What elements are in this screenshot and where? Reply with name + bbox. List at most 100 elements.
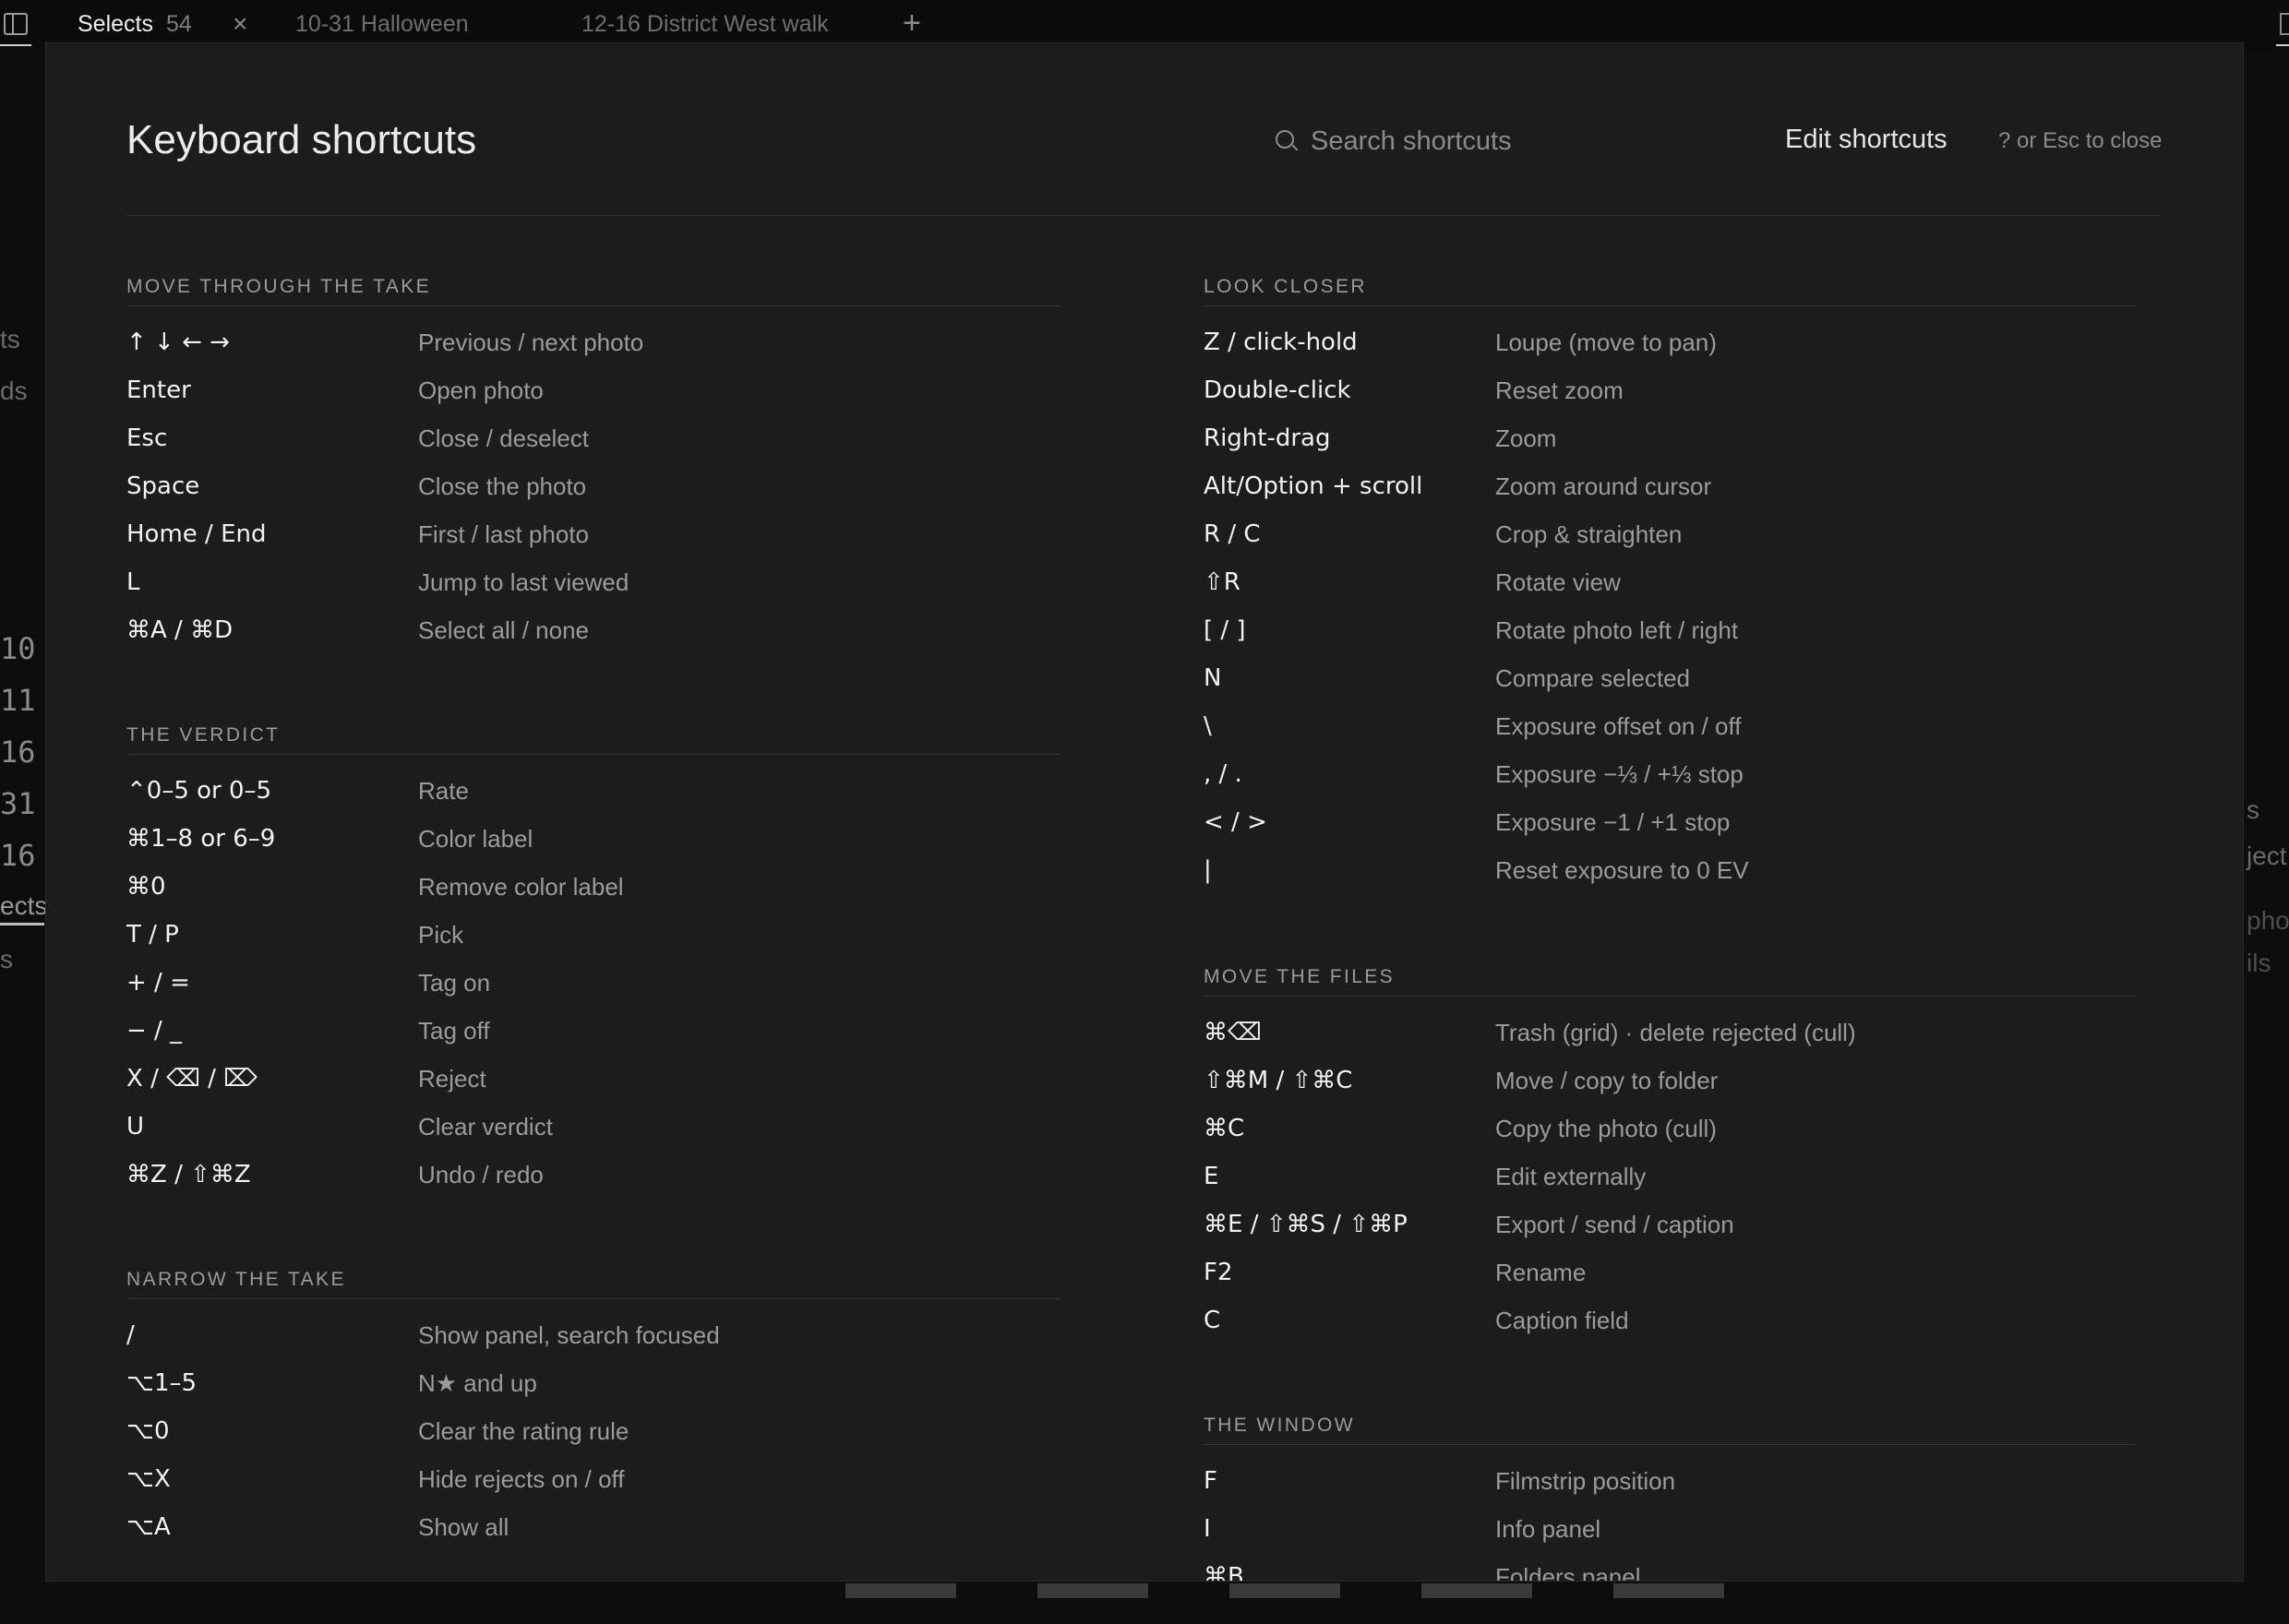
filmstrip-thumbnail[interactable] — [1037, 1583, 1148, 1598]
bg-sidebar-text: ds — [0, 376, 28, 405]
search-icon — [1276, 130, 1294, 149]
shortcut-key: ⌘⌫ — [1204, 1019, 1262, 1046]
section-title: THE VERDICT — [126, 724, 281, 746]
shortcut-description: N★ and up — [418, 1369, 537, 1397]
right-panel-toggle-indicator — [2276, 44, 2289, 46]
shortcut-description: Show all — [418, 1513, 509, 1541]
shortcut-key: R / C — [1204, 520, 1261, 548]
shortcut-key: T / P — [126, 921, 179, 949]
shortcut-key: < / > — [1204, 808, 1267, 836]
search-input[interactable] — [1311, 123, 1661, 160]
shortcut-description: Clear verdict — [418, 1113, 553, 1140]
shortcut-description: Show panel, search focused — [418, 1321, 720, 1349]
shortcut-row: F Filmstrip position — [1204, 1458, 2136, 1506]
shortcut-description: Rate — [418, 777, 469, 805]
shortcut-key: ⌘C — [1204, 1115, 1245, 1142]
shortcut-key: / — [126, 1321, 135, 1349]
shortcut-row: R / C Crop & straighten — [1204, 511, 2136, 559]
shortcut-key: ⌃0–5 or 0–5 — [126, 777, 272, 805]
tab-close-icon[interactable]: × — [233, 9, 247, 39]
edit-shortcuts-button[interactable]: Edit shortcuts — [1785, 125, 1947, 155]
shortcut-row: [ / ] Rotate photo left / right — [1204, 607, 2136, 655]
section-divider — [1204, 305, 2136, 306]
shortcut-description: Rotate view — [1495, 568, 1621, 596]
add-tab-icon[interactable]: + — [903, 6, 921, 42]
shortcut-description: Hide rejects on / off — [418, 1465, 625, 1493]
shortcut-key: ⌘A / ⌘D — [126, 616, 234, 644]
shortcut-row: L Jump to last viewed — [126, 559, 1061, 607]
shortcut-description: Color label — [418, 825, 533, 853]
section-divider — [1204, 1444, 2136, 1445]
shortcut-description: Caption field — [1495, 1307, 1629, 1334]
shortcut-key: X / ⌫ / ⌦ — [126, 1065, 258, 1093]
shortcut-description: Exposure −⅓ / +⅓ stop — [1495, 760, 1744, 788]
shortcut-row: Home / End First / last photo — [126, 511, 1061, 559]
shortcut-row: E Edit externally — [1204, 1153, 2136, 1201]
shortcut-key: ⌥A — [126, 1513, 171, 1541]
bg-sidebar-count: 31 — [0, 786, 36, 821]
shortcut-key: Space — [126, 472, 200, 500]
shortcut-key: Home / End — [126, 520, 267, 548]
shortcut-description: First / last photo — [418, 520, 589, 548]
shortcut-key: ⇧R — [1204, 568, 1240, 596]
filmstrip-thumbnail[interactable] — [1613, 1583, 1724, 1598]
shortcut-row: Right-drag Zoom — [1204, 415, 2136, 463]
dialog-title: Keyboard shortcuts — [126, 117, 477, 162]
bg-sidebar-text: s — [0, 945, 13, 973]
bg-sidebar-count: 11 — [0, 683, 36, 718]
shortcut-key: I — [1204, 1515, 1211, 1543]
shortcut-key: ⌘0 — [126, 873, 166, 901]
section-title: NARROW THE TAKE — [126, 1269, 346, 1290]
shortcut-row: I Info panel — [1204, 1506, 2136, 1554]
shortcut-key: C — [1204, 1307, 1221, 1334]
shortcut-row: ⇧R Rotate view — [1204, 559, 2136, 607]
search-shortcuts[interactable] — [1276, 123, 1663, 160]
shortcut-key: F — [1204, 1467, 1217, 1495]
shortcut-description: Clear the rating rule — [418, 1417, 629, 1445]
tab-selects[interactable]: Selects 54 — [78, 11, 192, 38]
shortcut-row: ⌘⌫ Trash (grid) · delete rejected (cull) — [1204, 1009, 2136, 1057]
section-the-verdict: THE VERDICT ⌃0–5 or 0–5 Rate ⌘1–8 or 6–9 Co… — [126, 724, 1061, 1200]
tab-halloween[interactable]: 10-31 Halloween — [295, 11, 469, 38]
shortcut-key: Esc — [126, 424, 168, 452]
bg-panel-text: pho — [2247, 906, 2289, 935]
bg-sidebar-text: ts — [0, 325, 20, 353]
shortcut-description: Pick — [418, 921, 464, 949]
shortcut-description: Reset zoom — [1495, 376, 1624, 404]
sidebar-toggle-icon[interactable] — [4, 13, 28, 35]
shortcut-key: ⌥0 — [126, 1417, 170, 1445]
shortcut-description: Copy the photo (cull) — [1495, 1115, 1717, 1142]
shortcut-key: ⌥1–5 — [126, 1369, 198, 1397]
filmstrip-thumbnail[interactable] — [1229, 1583, 1340, 1598]
shortcut-key: F2 — [1204, 1259, 1233, 1286]
shortcut-key: [ / ] — [1204, 616, 1246, 644]
shortcut-row: − / _ Tag off — [126, 1008, 1061, 1056]
shortcut-key: Z / click-hold — [1204, 328, 1358, 356]
shortcut-row: ⌘0 Remove color label — [126, 864, 1061, 912]
shortcut-key: − / _ — [126, 1017, 183, 1045]
shortcut-row: + / = Tag on — [126, 960, 1061, 1008]
tab-district-west-walk[interactable]: 12-16 District West walk — [581, 11, 829, 38]
bg-panel-text: ject — [2247, 842, 2287, 870]
shortcut-row: Space Close the photo — [126, 463, 1061, 511]
filmstrip-thumbnail[interactable] — [1421, 1583, 1532, 1598]
shortcut-key: Enter — [126, 376, 191, 404]
shortcut-key: Alt/Option + scroll — [1204, 472, 1423, 500]
shortcut-description: Reset exposure to 0 EV — [1495, 856, 1749, 884]
tab-label: Selects — [78, 11, 153, 37]
right-panel-toggle-icon[interactable] — [2280, 13, 2289, 35]
shortcut-description: Exposure offset on / off — [1495, 712, 1742, 740]
shortcut-row: ⌥1–5 N★ and up — [126, 1360, 1061, 1408]
shortcut-key: L — [126, 568, 140, 596]
filmstrip-thumbnail[interactable] — [845, 1583, 956, 1598]
shortcut-row: Alt/Option + scroll Zoom around cursor — [1204, 463, 2136, 511]
shortcut-description: Export / send / caption — [1495, 1211, 1734, 1238]
shortcut-row: | Reset exposure to 0 EV — [1204, 847, 2136, 895]
shortcut-row: Z / click-hold Loupe (move to pan) — [1204, 319, 2136, 367]
shortcut-description: Rename — [1495, 1259, 1587, 1286]
shortcut-description: Trash (grid) · delete rejected (cull) — [1495, 1019, 1856, 1046]
section-move-the-files: MOVE THE FILES ⌘⌫ Trash (grid) · delete r… — [1204, 966, 2136, 1345]
shortcut-description: Close / deselect — [418, 424, 589, 452]
shortcut-row: < / > Exposure −1 / +1 stop — [1204, 799, 2136, 847]
tab-bar: Selects 54 × 10-31 Halloween 12-16 Distri… — [0, 0, 2289, 48]
